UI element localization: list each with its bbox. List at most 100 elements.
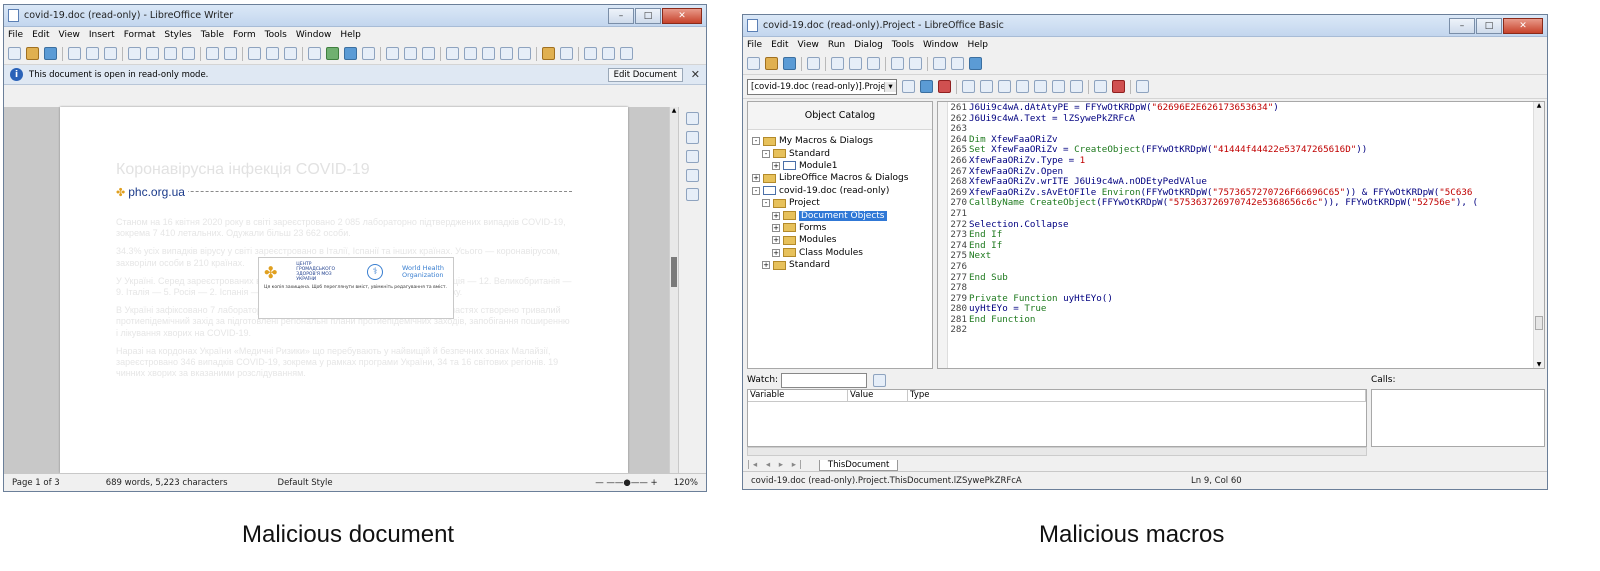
maximize-button[interactable]: □ — [1476, 17, 1502, 34]
step-over-icon[interactable] — [980, 80, 993, 93]
writer-menu-view[interactable]: View — [59, 30, 80, 40]
writer-menu-form[interactable]: Form — [233, 30, 256, 40]
compile-icon[interactable] — [902, 80, 915, 93]
expand-icon[interactable]: + — [762, 261, 770, 270]
insert-image-icon[interactable] — [326, 47, 339, 60]
horizontal-scrollbar[interactable] — [747, 447, 1367, 456]
redo-icon[interactable] — [909, 57, 922, 70]
close-button[interactable]: ✕ — [1503, 17, 1543, 34]
tree-item[interactable]: + LibreOffice Macros & Dialogs — [752, 172, 928, 184]
import-dialog-icon[interactable] — [1136, 80, 1149, 93]
watch-column-type[interactable]: Type — [908, 390, 1366, 401]
zoom-level[interactable]: 120% — [666, 478, 706, 488]
close-button[interactable]: ✕ — [662, 7, 702, 24]
zoom-slider[interactable]: — ——●—— + — [587, 478, 665, 488]
paste-icon[interactable] — [867, 57, 880, 70]
print-preview-icon[interactable] — [104, 47, 117, 60]
code-line[interactable]: 282 — [948, 325, 1478, 336]
basic-menu-edit[interactable]: Edit — [771, 40, 788, 50]
collapse-icon[interactable]: - — [762, 199, 770, 208]
hyperlink-icon[interactable] — [446, 47, 459, 60]
chevron-down-icon[interactable]: ▾ — [884, 81, 896, 92]
page-style[interactable]: Default Style — [270, 478, 341, 488]
cut-icon[interactable] — [831, 57, 844, 70]
basic-menu-tools[interactable]: Tools — [892, 40, 914, 50]
writer-menu-file[interactable]: File — [8, 30, 23, 40]
undo-icon[interactable] — [891, 57, 904, 70]
code-line[interactable]: 272 Selection.Collapse — [948, 219, 1478, 231]
expand-icon[interactable]: + — [772, 161, 780, 170]
code-editor[interactable]: 261 J6Ui9c4wA.dAtAtyPE = FFYwOtKRDpW("626… — [937, 101, 1545, 369]
paste-icon[interactable] — [164, 47, 177, 60]
writer-menu-help[interactable]: Help — [340, 30, 361, 40]
writer-menu-styles[interactable]: Styles — [164, 30, 191, 40]
cut-icon[interactable] — [128, 47, 141, 60]
save-icon[interactable] — [783, 57, 796, 70]
vertical-scrollbar[interactable]: ▲ — [669, 107, 678, 473]
enable-watch-icon[interactable] — [1052, 80, 1065, 93]
code-line[interactable]: 273 End If — [948, 229, 1478, 241]
tree-item[interactable]: - Project — [752, 197, 928, 209]
save-source-icon[interactable] — [1112, 80, 1125, 93]
step-out-icon[interactable] — [998, 80, 1011, 93]
organizer-icon[interactable] — [951, 57, 964, 70]
insert-field-icon[interactable] — [404, 47, 417, 60]
scroll-thumb[interactable] — [671, 257, 677, 287]
comment-icon[interactable] — [542, 47, 555, 60]
breakpoint-icon[interactable] — [1016, 80, 1029, 93]
code-line[interactable]: 262 J6Ui9c4wA.Text = lZSywePkZRFcA — [948, 113, 1478, 125]
minimize-button[interactable]: – — [1449, 17, 1475, 34]
tree-item[interactable]: + Document Objects — [752, 209, 928, 221]
line-icon[interactable] — [584, 47, 597, 60]
sidebar-properties-icon[interactable] — [686, 112, 699, 125]
sidebar-navigator-icon[interactable] — [686, 188, 699, 201]
watch-column-variable[interactable]: Variable — [748, 390, 848, 401]
tree-item[interactable]: - covid-19.doc (read-only) — [752, 185, 928, 197]
stop-icon[interactable] — [938, 80, 951, 93]
run-icon[interactable] — [920, 80, 933, 93]
footnote-icon[interactable] — [464, 47, 477, 60]
writer-menu-format[interactable]: Format — [124, 30, 156, 40]
step-into-icon[interactable] — [962, 80, 975, 93]
tree-item[interactable]: - My Macros & Dialogs — [752, 135, 928, 147]
redo-icon[interactable] — [224, 47, 237, 60]
basic-menu-run[interactable]: Run — [828, 40, 845, 50]
tree-item[interactable]: - Standard — [752, 147, 928, 159]
maximize-button[interactable]: □ — [635, 7, 661, 24]
code-line[interactable]: 281 End Function — [948, 314, 1478, 326]
tree-item[interactable]: + Standard — [752, 259, 928, 271]
print-icon[interactable] — [807, 57, 820, 70]
code-line[interactable]: 276 — [948, 261, 1478, 273]
watch-column-value[interactable]: Value — [848, 390, 908, 401]
collapse-icon[interactable]: - — [752, 137, 760, 146]
watch-remove-icon[interactable] — [873, 373, 887, 387]
code-line[interactable]: 277 End Sub — [948, 272, 1478, 284]
basic-menu-file[interactable]: File — [747, 40, 762, 50]
expand-icon[interactable]: + — [772, 211, 780, 220]
find-parentheses-icon[interactable] — [1070, 80, 1083, 93]
writer-menu-table[interactable]: Table — [201, 30, 224, 40]
tree-item[interactable]: + Class Modules — [752, 247, 928, 259]
tree-item[interactable]: + Module1 — [752, 160, 928, 172]
close-infobar-icon[interactable]: ✕ — [691, 68, 700, 81]
print-icon[interactable] — [86, 47, 99, 60]
code-line[interactable]: 270 CallByName CreateObject(FFYwOtKRDpW("… — [948, 198, 1478, 209]
tree-item[interactable]: + Forms — [752, 222, 928, 234]
scroll-down-arrow[interactable]: ▼ — [1534, 361, 1544, 368]
insert-source-icon[interactable] — [1094, 80, 1107, 93]
clone-format-icon[interactable] — [182, 47, 195, 60]
insert-chart-icon[interactable] — [344, 47, 357, 60]
expand-icon[interactable]: + — [772, 248, 780, 257]
tree-item[interactable]: + Modules — [752, 234, 928, 246]
bookmark-icon[interactable] — [500, 47, 513, 60]
basic-shapes-icon[interactable] — [602, 47, 615, 60]
basic-menu-view[interactable]: View — [798, 40, 819, 50]
phc-site-link[interactable]: phc.org.ua — [128, 185, 185, 199]
basic-macros-icon[interactable] — [933, 57, 946, 70]
library-select[interactable]: [covid-19.doc (read-only)].Project ▾ — [747, 78, 897, 95]
code-line[interactable]: 275 Next — [948, 251, 1478, 262]
writer-menu-insert[interactable]: Insert — [89, 30, 115, 40]
copy-icon[interactable] — [849, 57, 862, 70]
scroll-up-arrow[interactable]: ▲ — [1534, 102, 1544, 109]
code-vertical-scrollbar[interactable]: ▲ ▼ — [1533, 102, 1544, 368]
